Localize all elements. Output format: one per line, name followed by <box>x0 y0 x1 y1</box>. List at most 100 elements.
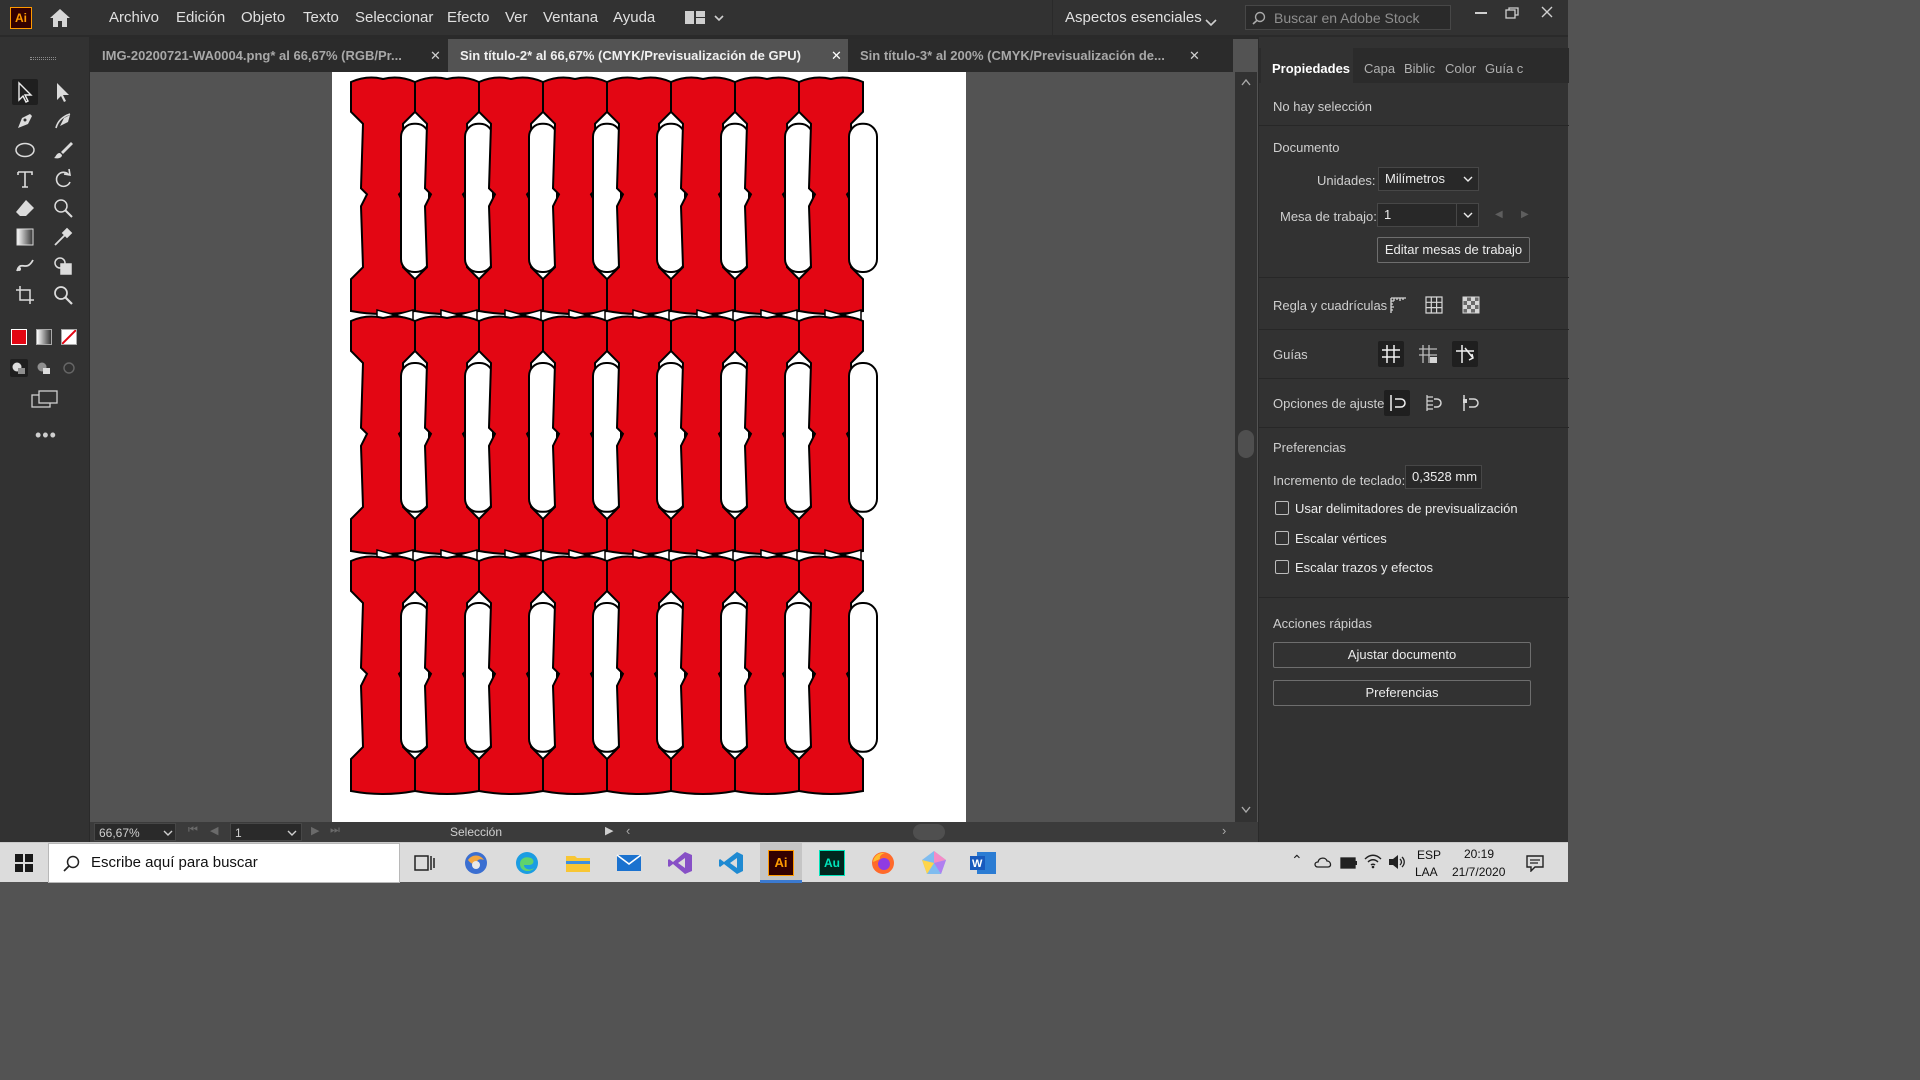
status-menu-icon[interactable]: ▶ <box>605 824 613 837</box>
scroll-left-icon[interactable]: ‹ <box>626 823 630 838</box>
restore-icon[interactable] <box>1505 6 1519 19</box>
menu-efecto[interactable]: Efecto <box>447 9 490 26</box>
menu-ayuda[interactable]: Ayuda <box>613 9 655 26</box>
vertical-scroll-thumb[interactable] <box>1238 430 1254 458</box>
smart-guides-icon[interactable] <box>1452 341 1478 367</box>
tab-propiedades[interactable]: Propiedades <box>1272 61 1350 76</box>
chevron-down-icon[interactable] <box>287 830 297 836</box>
keyboard-increment-input[interactable]: 0,3528 mm <box>1405 465 1482 489</box>
fit-document-button[interactable]: Ajustar documento <box>1273 642 1531 668</box>
red-pattern-artwork[interactable] <box>332 72 966 822</box>
last-artboard-icon[interactable]: ⏭ <box>330 824 340 837</box>
artboard-tool-icon[interactable] <box>12 282 38 308</box>
edit-artboards-button[interactable]: Editar mesas de trabajo <box>1377 237 1530 263</box>
workspace-switcher[interactable]: Aspectos esenciales <box>1065 9 1202 26</box>
notifications-icon[interactable] <box>1526 854 1544 877</box>
curvature-tool-icon[interactable] <box>50 108 76 134</box>
tab-color[interactable]: Color <box>1445 61 1476 76</box>
tab-capas[interactable]: Capa <box>1364 61 1395 76</box>
tab-close-icon[interactable]: ✕ <box>430 39 441 72</box>
word-icon[interactable]: W <box>968 848 998 878</box>
zoom-field[interactable]: 66,67% <box>94 823 176 841</box>
menu-edicion[interactable]: Edición <box>176 9 225 26</box>
preferences-button[interactable]: Preferencias <box>1273 680 1531 706</box>
chevron-down-icon[interactable] <box>1241 806 1251 814</box>
taskbar-search-box[interactable]: Escribe aquí para buscar <box>48 843 400 883</box>
fill-color-swatch[interactable] <box>11 329 27 345</box>
canvas-area[interactable] <box>90 72 1233 822</box>
more-tools-icon[interactable]: ••• <box>35 425 57 446</box>
menu-texto[interactable]: Texto <box>303 9 339 26</box>
close-icon[interactable] <box>1540 5 1554 19</box>
artboard-navigator-field[interactable]: 1 <box>230 823 302 841</box>
none-swatch[interactable] <box>61 329 77 345</box>
puppet-warp-tool-icon[interactable] <box>50 195 76 221</box>
eraser-tool-icon[interactable] <box>12 195 38 221</box>
checkbox-preview-bounds[interactable] <box>1275 501 1289 515</box>
tab-bibliotecas[interactable]: Biblic <box>1404 61 1435 76</box>
checkbox-scale-strokes[interactable] <box>1275 560 1289 574</box>
paintbrush-tool-icon[interactable] <box>50 137 76 163</box>
clock-time[interactable]: 20:19 <box>1464 847 1494 861</box>
snap-to-point-icon[interactable] <box>1384 390 1410 416</box>
selection-tool-icon[interactable] <box>12 79 38 105</box>
rotate-tool-icon[interactable] <box>50 166 76 192</box>
draw-inside-icon[interactable] <box>60 359 78 377</box>
next-artboard-icon[interactable]: ▶ <box>311 824 319 837</box>
checkbox-scale-corners[interactable] <box>1275 531 1289 545</box>
battery-icon[interactable] <box>1340 856 1358 874</box>
previous-artboard-icon[interactable]: ◀ <box>210 824 218 837</box>
mail-icon[interactable] <box>614 848 644 878</box>
tab-sin-titulo-2[interactable]: Sin título-2* al 66,67% (CMYK/Previsuali… <box>448 39 848 72</box>
blend-tool-icon[interactable] <box>12 253 38 279</box>
arrange-documents-icon[interactable] <box>684 9 724 27</box>
chevron-up-icon[interactable] <box>1241 78 1251 86</box>
onedrive-icon[interactable] <box>1314 855 1332 873</box>
audition-icon[interactable]: Au <box>817 848 847 878</box>
tab-close-icon[interactable]: ✕ <box>831 39 842 72</box>
previous-artboard-icon[interactable]: ◀ <box>1495 209 1503 220</box>
show-guides-icon[interactable] <box>1378 341 1404 367</box>
next-artboard-icon[interactable]: ▶ <box>1521 209 1529 220</box>
scroll-right-icon[interactable]: › <box>1222 823 1226 838</box>
vertical-scrollbar[interactable] <box>1235 72 1257 822</box>
illustrator-taskbar-icon[interactable]: Ai <box>766 848 796 878</box>
lock-guides-icon[interactable] <box>1415 341 1441 367</box>
gradient-tool-icon[interactable] <box>12 224 38 250</box>
file-explorer-icon[interactable] <box>563 848 593 878</box>
firefox-icon[interactable] <box>868 848 898 878</box>
tab-sin-titulo-3[interactable]: Sin título-3* al 200% (CMYK/Previsualiza… <box>848 39 1188 72</box>
gradient-swatch[interactable] <box>36 329 52 345</box>
ellipse-tool-icon[interactable] <box>12 137 38 163</box>
browser-icon[interactable] <box>461 848 491 878</box>
eyedropper-tool-icon[interactable] <box>50 224 76 250</box>
chevron-down-icon[interactable] <box>163 830 173 836</box>
draw-normal-icon[interactable] <box>10 359 28 377</box>
ruler-icon[interactable] <box>1385 292 1411 318</box>
shape-builder-tool-icon[interactable] <box>50 253 76 279</box>
windows-start-icon[interactable] <box>15 854 33 872</box>
transparency-grid-icon[interactable] <box>1458 292 1484 318</box>
tab-guia-color[interactable]: Guía c <box>1485 61 1523 76</box>
menu-seleccionar[interactable]: Seleccionar <box>355 9 433 26</box>
artboard[interactable] <box>332 72 966 822</box>
units-select[interactable]: Milímetros <box>1378 167 1479 191</box>
tab-close-icon[interactable]: ✕ <box>1189 39 1200 72</box>
vscode-icon[interactable] <box>716 848 746 878</box>
volume-icon[interactable] <box>1388 854 1406 875</box>
menu-ver[interactable]: Ver <box>505 9 528 26</box>
grid-icon[interactable] <box>1421 292 1447 318</box>
artboard-select[interactable]: 1 <box>1377 203 1479 227</box>
type-tool-icon[interactable] <box>12 166 38 192</box>
first-artboard-icon[interactable]: ⏮ <box>188 824 198 837</box>
pen-tool-icon[interactable] <box>12 108 38 134</box>
visual-studio-icon[interactable] <box>665 848 695 878</box>
direct-selection-tool-icon[interactable] <box>50 79 76 105</box>
clock-date[interactable]: 21/7/2020 <box>1452 865 1505 879</box>
home-icon[interactable] <box>48 7 72 29</box>
chevron-up-icon[interactable]: ⌃ <box>1291 852 1303 869</box>
screen-mode-icon[interactable] <box>31 390 59 410</box>
chevron-down-icon[interactable] <box>1205 14 1217 27</box>
menu-objeto[interactable]: Objeto <box>241 9 285 26</box>
menu-ventana[interactable]: Ventana <box>543 9 598 26</box>
